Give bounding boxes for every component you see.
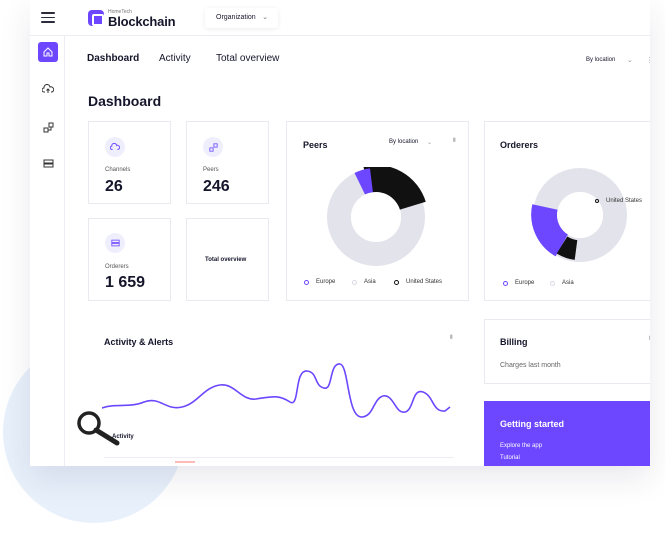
peers-panel: Peers By location ⌄ ••• Europe Asia Unit…	[286, 121, 469, 301]
legend-item: Europe	[503, 280, 534, 286]
chart-baseline	[104, 457, 454, 458]
getting-started-link[interactable]: Tutorial	[500, 455, 520, 461]
magnifier-icon	[77, 411, 120, 446]
top-bar: HomeTech Blockchain Organization ⌄	[30, 0, 650, 36]
tab-dashboard[interactable]: Dashboard	[87, 53, 139, 64]
menu-icon[interactable]	[41, 12, 55, 23]
more-icon[interactable]: ⋮	[646, 56, 650, 64]
legend-item: Asia	[352, 279, 376, 285]
legend-label: Europe	[316, 279, 336, 285]
page-title: Dashboard	[88, 93, 162, 109]
organization-label: Organization	[216, 14, 256, 21]
stat-label: Channels	[105, 167, 131, 173]
peers-europe-segment	[354, 168, 374, 195]
orderers-united-states-segment	[556, 236, 578, 260]
sidebar	[30, 36, 65, 466]
location-filter[interactable]: By location	[586, 57, 615, 63]
billing-subtitle: Charges last month	[500, 362, 561, 369]
activity-series-label: Activity	[112, 434, 134, 440]
legend-dot	[595, 199, 599, 203]
tab-total-overview[interactable]: Total overview	[216, 53, 279, 64]
more-icon[interactable]: •••	[645, 335, 650, 338]
billing-panel[interactable]: Billing ••• Charges last month	[484, 319, 650, 384]
panel-title: Peers	[303, 140, 328, 150]
orderers-donut-chart	[531, 168, 627, 262]
panel-title: Activity & Alerts	[104, 337, 174, 347]
stat-label: Peers	[203, 167, 219, 173]
chevron-down-icon: ⌄	[262, 14, 268, 21]
legend-label: Asia	[562, 280, 574, 286]
orderers-card[interactable]: Orderers 1 659	[88, 218, 171, 301]
server-icon[interactable]	[38, 153, 58, 173]
legend-item: Asia	[550, 280, 574, 286]
legend-dot	[503, 280, 508, 286]
peers-card[interactable]: Peers 246	[186, 121, 269, 204]
legend-label: Europe	[515, 280, 535, 286]
legend-label: Asia	[364, 279, 376, 285]
legend-item: Europe	[304, 279, 335, 285]
stat-label: Orderers	[105, 264, 129, 270]
tab-activity[interactable]: Activity	[159, 53, 191, 64]
orderers-panel: Orderers United States Europe Asia	[484, 121, 650, 301]
alert-marker	[175, 461, 195, 463]
brand-logo	[88, 10, 104, 26]
more-icon[interactable]: •••	[449, 137, 459, 140]
panel-title: Orderers	[500, 140, 539, 150]
legend-dot	[550, 280, 555, 286]
peers-donut-chart	[327, 167, 426, 266]
getting-started-link[interactable]: Explore the app	[500, 443, 542, 449]
share-icon[interactable]	[38, 117, 58, 137]
organization-dropdown[interactable]: Organization ⌄	[205, 8, 278, 28]
panel-title: Billing	[500, 337, 528, 347]
stat-value: 246	[203, 178, 230, 195]
home-icon[interactable]	[38, 42, 58, 62]
callout-label: United States	[606, 198, 643, 204]
app-window: HomeTech Blockchain Organization ⌄ Dashb…	[30, 0, 650, 466]
activity-line-chart	[102, 363, 451, 418]
more-icon[interactable]: •••	[446, 334, 456, 337]
chevron-down-icon[interactable]: ⌄	[427, 139, 432, 146]
brand-name: Blockchain	[108, 14, 176, 29]
cloud-upload-icon[interactable]	[38, 79, 58, 99]
total-overview-card[interactable]: Total overview	[186, 218, 269, 301]
legend-dot	[394, 279, 399, 285]
stat-value: 1 659	[105, 274, 146, 291]
legend-label: United States	[406, 279, 443, 285]
panel-title: Getting started	[500, 419, 565, 429]
callout-item: United States	[595, 198, 642, 204]
channels-card[interactable]: Channels 26	[88, 121, 171, 204]
total-overview-label: Total overview	[205, 257, 247, 263]
server-icon	[105, 233, 125, 253]
stat-value: 26	[105, 178, 123, 195]
share-icon	[203, 137, 223, 157]
cloud-upload-icon	[105, 137, 125, 157]
legend-item: United States	[394, 279, 442, 285]
location-filter[interactable]: By location	[389, 139, 418, 145]
legend-dot	[304, 279, 309, 285]
legend-dot	[352, 279, 357, 285]
chevron-down-icon[interactable]: ⌄	[627, 56, 633, 64]
getting-started-panel[interactable]: Getting started Explore the app Tutorial	[484, 401, 650, 466]
activity-series-line	[102, 363, 451, 418]
